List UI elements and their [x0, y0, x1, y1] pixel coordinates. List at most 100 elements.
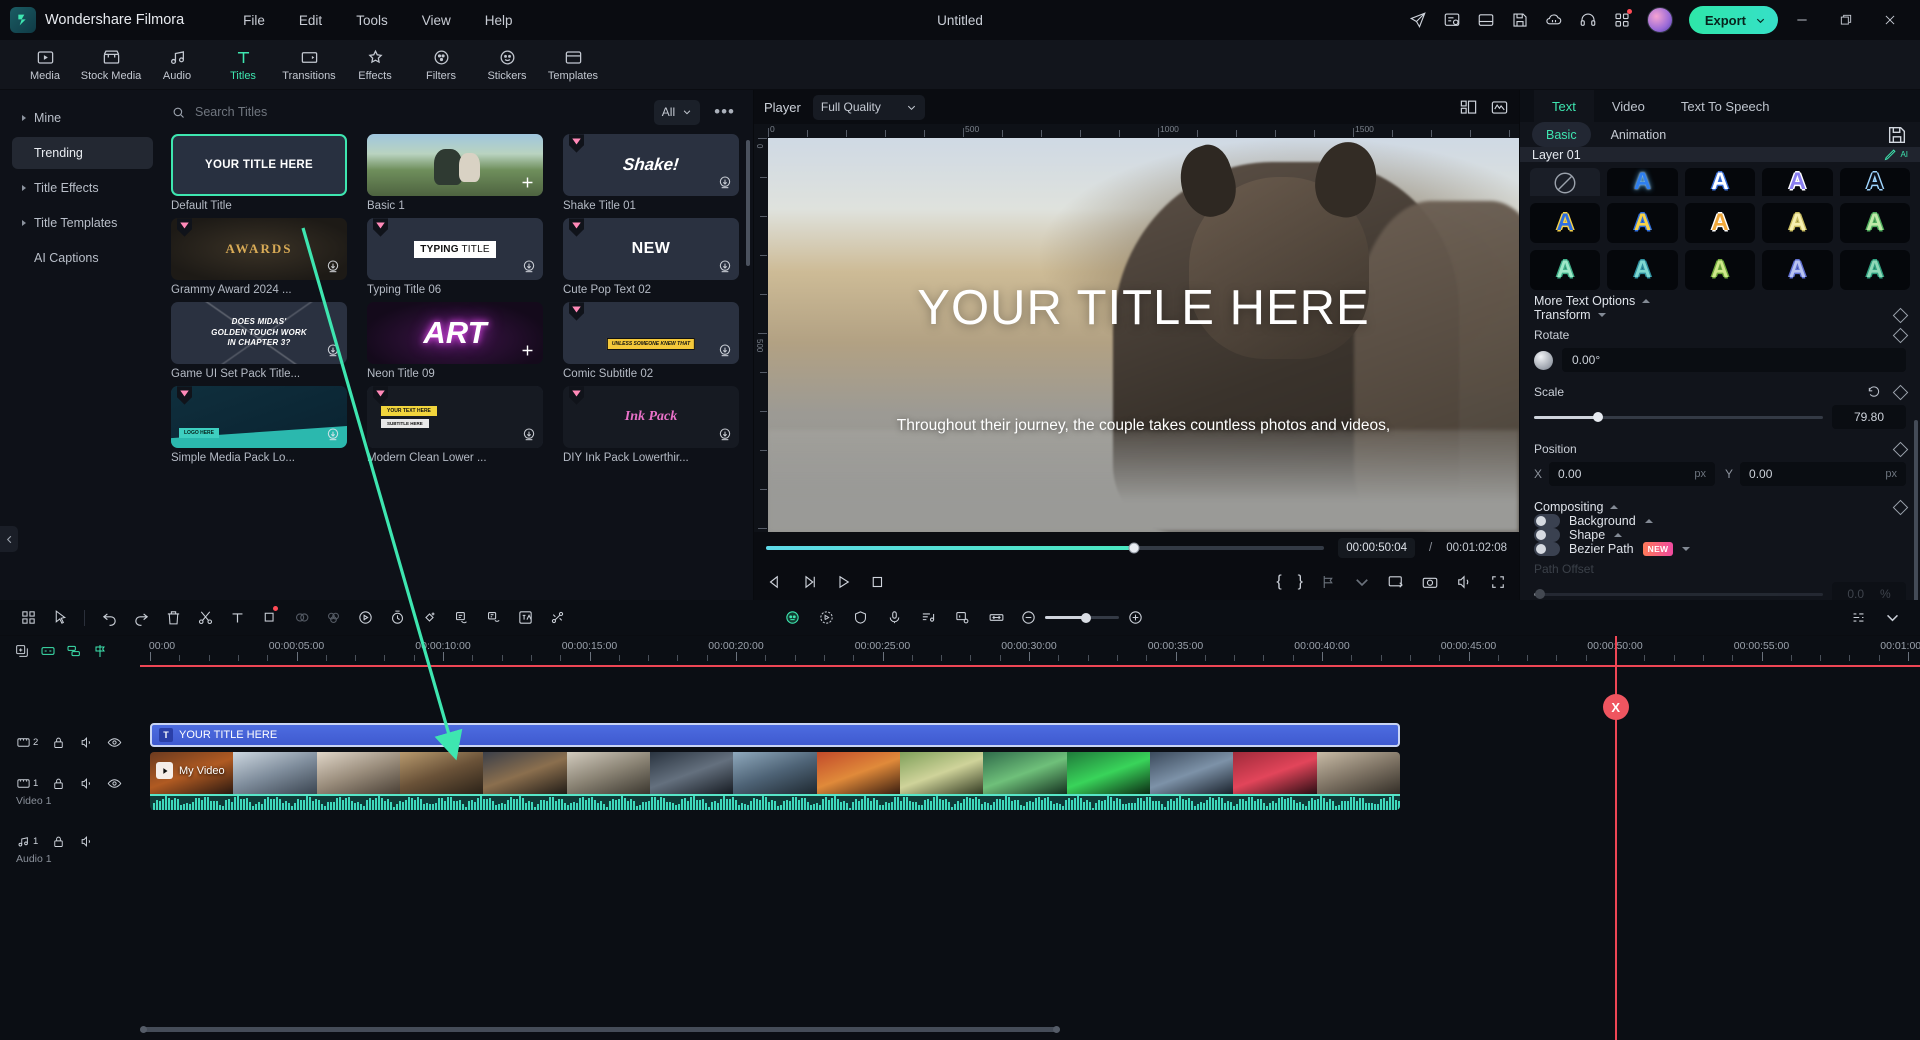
preset-cyan-line[interactable]: A — [1840, 168, 1910, 196]
chevron-down-icon[interactable] — [1682, 547, 1690, 551]
download-icon[interactable] — [717, 427, 733, 443]
auto-caption-icon[interactable] — [445, 603, 477, 633]
preset-yellow-blue[interactable]: A — [1607, 203, 1677, 243]
search-box[interactable] — [171, 98, 644, 126]
timeline-horizontal-scrollbar[interactable] — [140, 1027, 1910, 1032]
background-toggle[interactable] — [1534, 514, 1560, 528]
fit-width-icon[interactable] — [980, 603, 1012, 633]
add-icon[interactable] — [519, 342, 536, 359]
compositing-header[interactable]: Compositing — [1520, 500, 1920, 514]
title-card-basic-1[interactable]: Basic 1 — [367, 134, 543, 212]
cloud-backup-icon[interactable] — [1539, 5, 1569, 35]
add-track-icon[interactable] — [14, 643, 30, 659]
layout-grid-icon[interactable] — [1459, 98, 1478, 117]
preset-blue-glow[interactable]: A — [1607, 168, 1677, 196]
apps-grid-icon[interactable] — [1607, 5, 1637, 35]
timeline-ruler[interactable]: 00:0000:00:05:0000:00:10:0000:00:15:0000… — [140, 636, 1920, 666]
ribbon-tab-media[interactable]: Media — [14, 45, 76, 85]
title-thumb[interactable]: ART — [367, 302, 543, 364]
scale-slider[interactable] — [1534, 416, 1823, 419]
track-header-video-2[interactable]: 2 — [0, 723, 140, 761]
title-thumb[interactable]: LOGO HERE — [171, 386, 347, 448]
maximize-button[interactable] — [1826, 3, 1866, 37]
rotate-value[interactable]: 0.00° — [1562, 348, 1906, 372]
split-screen-icon[interactable] — [1471, 5, 1501, 35]
mask-shield-icon[interactable] — [844, 603, 876, 633]
chevron-up-icon[interactable] — [1645, 519, 1653, 523]
title-card-neon-title-09[interactable]: ART Neon Title 09 — [367, 302, 543, 380]
silence-detect-icon[interactable] — [477, 603, 509, 633]
share-icon[interactable] — [1403, 5, 1433, 35]
title-thumb[interactable]: YOUR TEXT HERE SUBTITLE HERE — [367, 386, 543, 448]
group-icon[interactable] — [66, 643, 82, 659]
ai-face-icon[interactable] — [776, 603, 808, 633]
fullscreen-icon[interactable] — [1489, 573, 1507, 591]
lock-icon[interactable] — [51, 735, 66, 750]
lock-icon[interactable] — [51, 834, 66, 849]
mute-icon[interactable] — [79, 735, 94, 750]
preview-canvas[interactable]: YOUR TITLE HERE Throughout their journey… — [768, 138, 1519, 532]
link-icon[interactable] — [40, 643, 56, 659]
add-marker-icon[interactable] — [1319, 573, 1337, 591]
reset-scale-icon[interactable] — [1867, 385, 1881, 399]
title-card-game-ui-set-pack[interactable]: DOES MIDAS' GOLDEN TOUCH WORK IN CHAPTER… — [171, 302, 347, 380]
avatar[interactable] — [1647, 7, 1673, 33]
menu-file[interactable]: File — [226, 8, 282, 33]
timeline-clip-title[interactable]: TYOUR TITLE HERE — [150, 723, 1400, 747]
eye-icon[interactable] — [107, 776, 122, 791]
unlink-icon[interactable] — [541, 603, 573, 633]
quality-dropdown[interactable]: Full Quality — [813, 95, 925, 120]
download-icon[interactable] — [325, 427, 341, 443]
split-scissors-icon[interactable] — [189, 603, 221, 633]
title-card-cute-pop-text-02[interactable]: NEW Cute Pop Text 02 — [563, 218, 739, 296]
ai-edit-icon[interactable]: AI — [1883, 147, 1908, 162]
title-card-default-title[interactable]: YOUR TITLE HERE Default Title — [171, 134, 347, 212]
color-match-icon[interactable] — [285, 603, 317, 633]
grid-view-icon[interactable] — [12, 603, 44, 633]
download-icon[interactable] — [325, 259, 341, 275]
preset-blue-yellow[interactable]: A — [1530, 203, 1600, 243]
timeline-clip-video[interactable]: My Video — [150, 752, 1400, 794]
download-icon[interactable] — [521, 259, 537, 275]
preset-orange[interactable]: A — [1685, 203, 1755, 243]
title-thumb[interactable]: AWARDS — [171, 218, 347, 280]
ribbon-tab-transitions[interactable]: Transitions — [278, 45, 340, 85]
tab-text-to-speech[interactable]: Text To Speech — [1663, 90, 1788, 122]
playhead-handle[interactable]: X — [1603, 694, 1629, 720]
preset-sea[interactable]: A — [1840, 250, 1910, 290]
subtab-basic[interactable]: Basic — [1532, 122, 1591, 147]
title-thumb[interactable]: Ink Pack — [563, 386, 739, 448]
ribbon-tab-titles[interactable]: Titles — [212, 45, 274, 85]
ai-portrait-icon[interactable] — [810, 603, 842, 633]
bezier-path-toggle[interactable] — [1534, 542, 1560, 556]
download-icon[interactable] — [521, 427, 537, 443]
play-icon[interactable] — [834, 573, 852, 591]
zoom-out-icon[interactable] — [1020, 609, 1037, 626]
save-preset-icon[interactable] — [1886, 124, 1908, 146]
menu-help[interactable]: Help — [468, 8, 530, 33]
track-header-video-1[interactable]: 1 Video 1 — [0, 761, 140, 805]
ai-audio-icon[interactable] — [349, 603, 381, 633]
waveform-icon[interactable] — [1490, 98, 1509, 117]
more-text-options-header[interactable]: More Text Options — [1520, 294, 1920, 308]
snapshot-icon[interactable] — [1421, 573, 1439, 591]
track-list-icon[interactable] — [1842, 603, 1874, 633]
lock-icon[interactable] — [51, 776, 66, 791]
preset-violet[interactable]: A — [1762, 168, 1832, 196]
audio-mix-icon[interactable] — [912, 603, 944, 633]
preset-white-outline[interactable]: A — [1685, 168, 1755, 196]
filter-all-dropdown[interactable]: All — [654, 100, 700, 125]
preset-green[interactable]: A — [1840, 203, 1910, 243]
keyframe-diamond-icon[interactable] — [1893, 441, 1909, 457]
preset-lime[interactable]: A — [1685, 250, 1755, 290]
prev-frame-icon[interactable] — [766, 573, 784, 591]
sidebar-item-title-templates[interactable]: Title Templates — [12, 207, 153, 239]
more-options-button[interactable]: ••• — [710, 107, 739, 117]
clip-audio-waveform[interactable] — [150, 794, 1400, 810]
title-thumb[interactable]: TYPING TITLE — [367, 218, 543, 280]
subtab-animation[interactable]: Animation — [1597, 122, 1681, 147]
library-scrollbar[interactable] — [746, 140, 750, 266]
keyframe-diamond-icon[interactable] — [1893, 327, 1909, 343]
playhead[interactable]: X — [1615, 636, 1617, 1040]
seek-bar[interactable] — [766, 546, 1324, 550]
